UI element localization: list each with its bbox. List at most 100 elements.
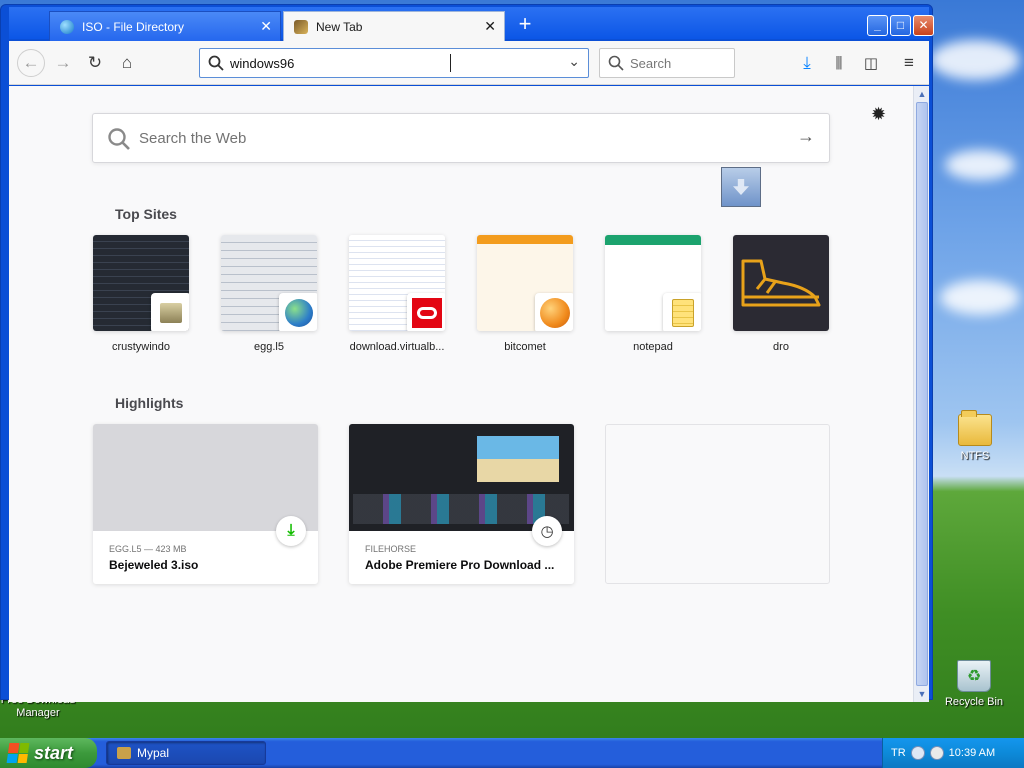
server-icon	[151, 293, 189, 331]
minimize-button[interactable]: _	[867, 15, 888, 36]
globe-icon	[279, 293, 317, 331]
tray-volume-icon[interactable]	[929, 746, 944, 760]
scroll-down-icon[interactable]: ▼	[915, 687, 929, 701]
tab-label: New Tab	[316, 19, 363, 34]
card-context: EGG.L5 — 423 MB	[109, 544, 187, 554]
site-label: bitcomet	[504, 341, 546, 353]
clock-icon: ◷	[532, 516, 562, 546]
desktop-icon-ntfs[interactable]: NTFS	[935, 410, 1015, 462]
top-site-tile[interactable]: download.virtualb...	[349, 235, 445, 353]
vertical-scrollbar[interactable]: ▲ ▼	[913, 86, 929, 702]
highlight-card[interactable]: ◷ FILEHORSE Adobe Premiere Pro Download …	[349, 424, 574, 584]
desktop-icon-label: NTFS	[960, 450, 990, 462]
top-site-tile[interactable]: dro	[733, 235, 829, 353]
card-title: Adobe Premiere Pro Download ...	[365, 558, 555, 572]
top-site-tile[interactable]: crustywindo	[93, 235, 189, 353]
gear-icon[interactable]: ✹	[871, 104, 886, 125]
top-site-tile[interactable]: notepad	[605, 235, 701, 353]
site-label: crustywindo	[111, 341, 171, 353]
tab-label: ISO - File Directory	[82, 19, 185, 34]
site-label: egg.l5	[254, 341, 284, 353]
card-title: Bejeweled 3.iso	[109, 558, 199, 572]
top-site-tile[interactable]: egg.l5	[221, 235, 317, 353]
sidebar-icon[interactable]: ◫	[857, 49, 885, 77]
tray-status-icon[interactable]	[910, 746, 925, 760]
search-placeholder: Search	[630, 55, 672, 71]
home-button[interactable]: ⌂	[113, 49, 141, 77]
site-thumbnail	[221, 235, 317, 331]
forward-button[interactable]: →	[49, 49, 77, 77]
nav-toolbar: ← → ↻ ⌂ windows96 ⌄ Search ⤓ ⫼ ◫ ≡	[9, 41, 929, 85]
new-tab-button[interactable]: +	[513, 13, 537, 37]
taskbar: start Mypal TR 10:39 AM	[0, 738, 1024, 768]
download-icon[interactable]: ⤓	[793, 49, 821, 77]
site-thumbnail	[477, 235, 573, 331]
chevron-down-icon[interactable]: ⌄	[568, 53, 580, 70]
back-button[interactable]: ←	[17, 49, 45, 77]
scroll-thumb[interactable]	[916, 102, 928, 686]
menu-icon[interactable]: ≡	[895, 49, 923, 77]
card-context: FILEHORSE	[365, 544, 417, 554]
site-label: dro	[773, 341, 789, 353]
start-button[interactable]: start	[0, 738, 97, 768]
system-tray: TR 10:39 AM	[882, 738, 1024, 768]
download-icon: ⤓	[276, 516, 306, 546]
tab-iso-file-directory[interactable]: ISO - File Directory ✕	[49, 11, 281, 41]
mypal-icon	[294, 19, 308, 34]
highlight-card-placeholder	[605, 424, 830, 584]
highlight-card[interactable]: ⤓ EGG.L5 — 423 MB Bejeweled 3.iso	[93, 424, 318, 584]
desktop-icon-recycle-bin[interactable]: Recycle Bin	[934, 660, 1014, 708]
card-image	[349, 424, 574, 531]
arrow-right-icon[interactable]: →	[797, 126, 815, 147]
desktop-icon-label: Recycle Bin	[944, 696, 1004, 708]
windows-logo-icon	[6, 743, 30, 763]
folder-icon	[958, 410, 992, 446]
desktop-cloud	[940, 280, 1020, 315]
oracle-icon	[407, 293, 445, 331]
top-sites-heading: Top Sites	[115, 206, 177, 222]
clock: 10:39 AM	[948, 747, 996, 759]
card-image	[93, 424, 318, 531]
desktop-cloud	[945, 150, 1015, 180]
top-site-tile[interactable]: bitcomet	[477, 235, 573, 353]
site-thumbnail	[605, 235, 701, 331]
close-icon[interactable]: ✕	[260, 18, 272, 34]
library-icon[interactable]: ⫼	[825, 49, 853, 77]
scroll-up-icon[interactable]: ▲	[915, 87, 929, 101]
maximize-button[interactable]: □	[890, 15, 911, 36]
notepad-icon	[663, 293, 701, 331]
new-tab-page: ✹ Search the Web → Top Sites crustywindo…	[9, 86, 913, 702]
search-field[interactable]: Search	[599, 48, 735, 78]
site-label: download.virtualb...	[349, 341, 445, 353]
site-thumbnail	[349, 235, 445, 331]
search-icon	[608, 55, 624, 71]
taskbar-item-mypal[interactable]: Mypal	[106, 741, 266, 765]
tab-new-tab[interactable]: New Tab ✕	[283, 11, 505, 41]
text-cursor	[450, 54, 452, 72]
search-icon	[208, 55, 224, 71]
site-label: notepad	[633, 341, 673, 353]
mypal-icon	[117, 747, 131, 759]
url-value: windows96	[230, 55, 295, 71]
task-label: Mypal	[137, 746, 170, 760]
web-search-box[interactable]: Search the Web →	[92, 113, 830, 163]
reload-button[interactable]: ↻	[81, 49, 109, 77]
bitcomet-icon	[535, 293, 573, 331]
window-close-button[interactable]: ✕	[913, 15, 934, 36]
site-thumbnail	[733, 235, 829, 331]
site-thumbnail	[93, 235, 189, 331]
recycle-bin-icon	[957, 660, 991, 692]
globe-icon	[60, 19, 74, 34]
language-indicator[interactable]: TR	[891, 747, 906, 759]
highlights-heading: Highlights	[115, 395, 184, 411]
shoe-icon	[741, 259, 821, 307]
search-icon	[108, 128, 130, 150]
tab-strip: ISO - File Directory ✕ New Tab ✕ + _ □ ✕	[9, 7, 934, 41]
url-bar[interactable]: windows96 ⌄	[199, 48, 589, 78]
desktop-cloud	[930, 40, 1020, 80]
close-icon[interactable]: ✕	[484, 18, 496, 34]
download-arrow-icon[interactable]	[721, 167, 761, 207]
start-label: start	[34, 742, 74, 763]
browser-window: ISO - File Directory ✕ New Tab ✕ + _ □ ✕…	[0, 4, 934, 702]
web-search-placeholder: Search the Web	[139, 129, 247, 147]
